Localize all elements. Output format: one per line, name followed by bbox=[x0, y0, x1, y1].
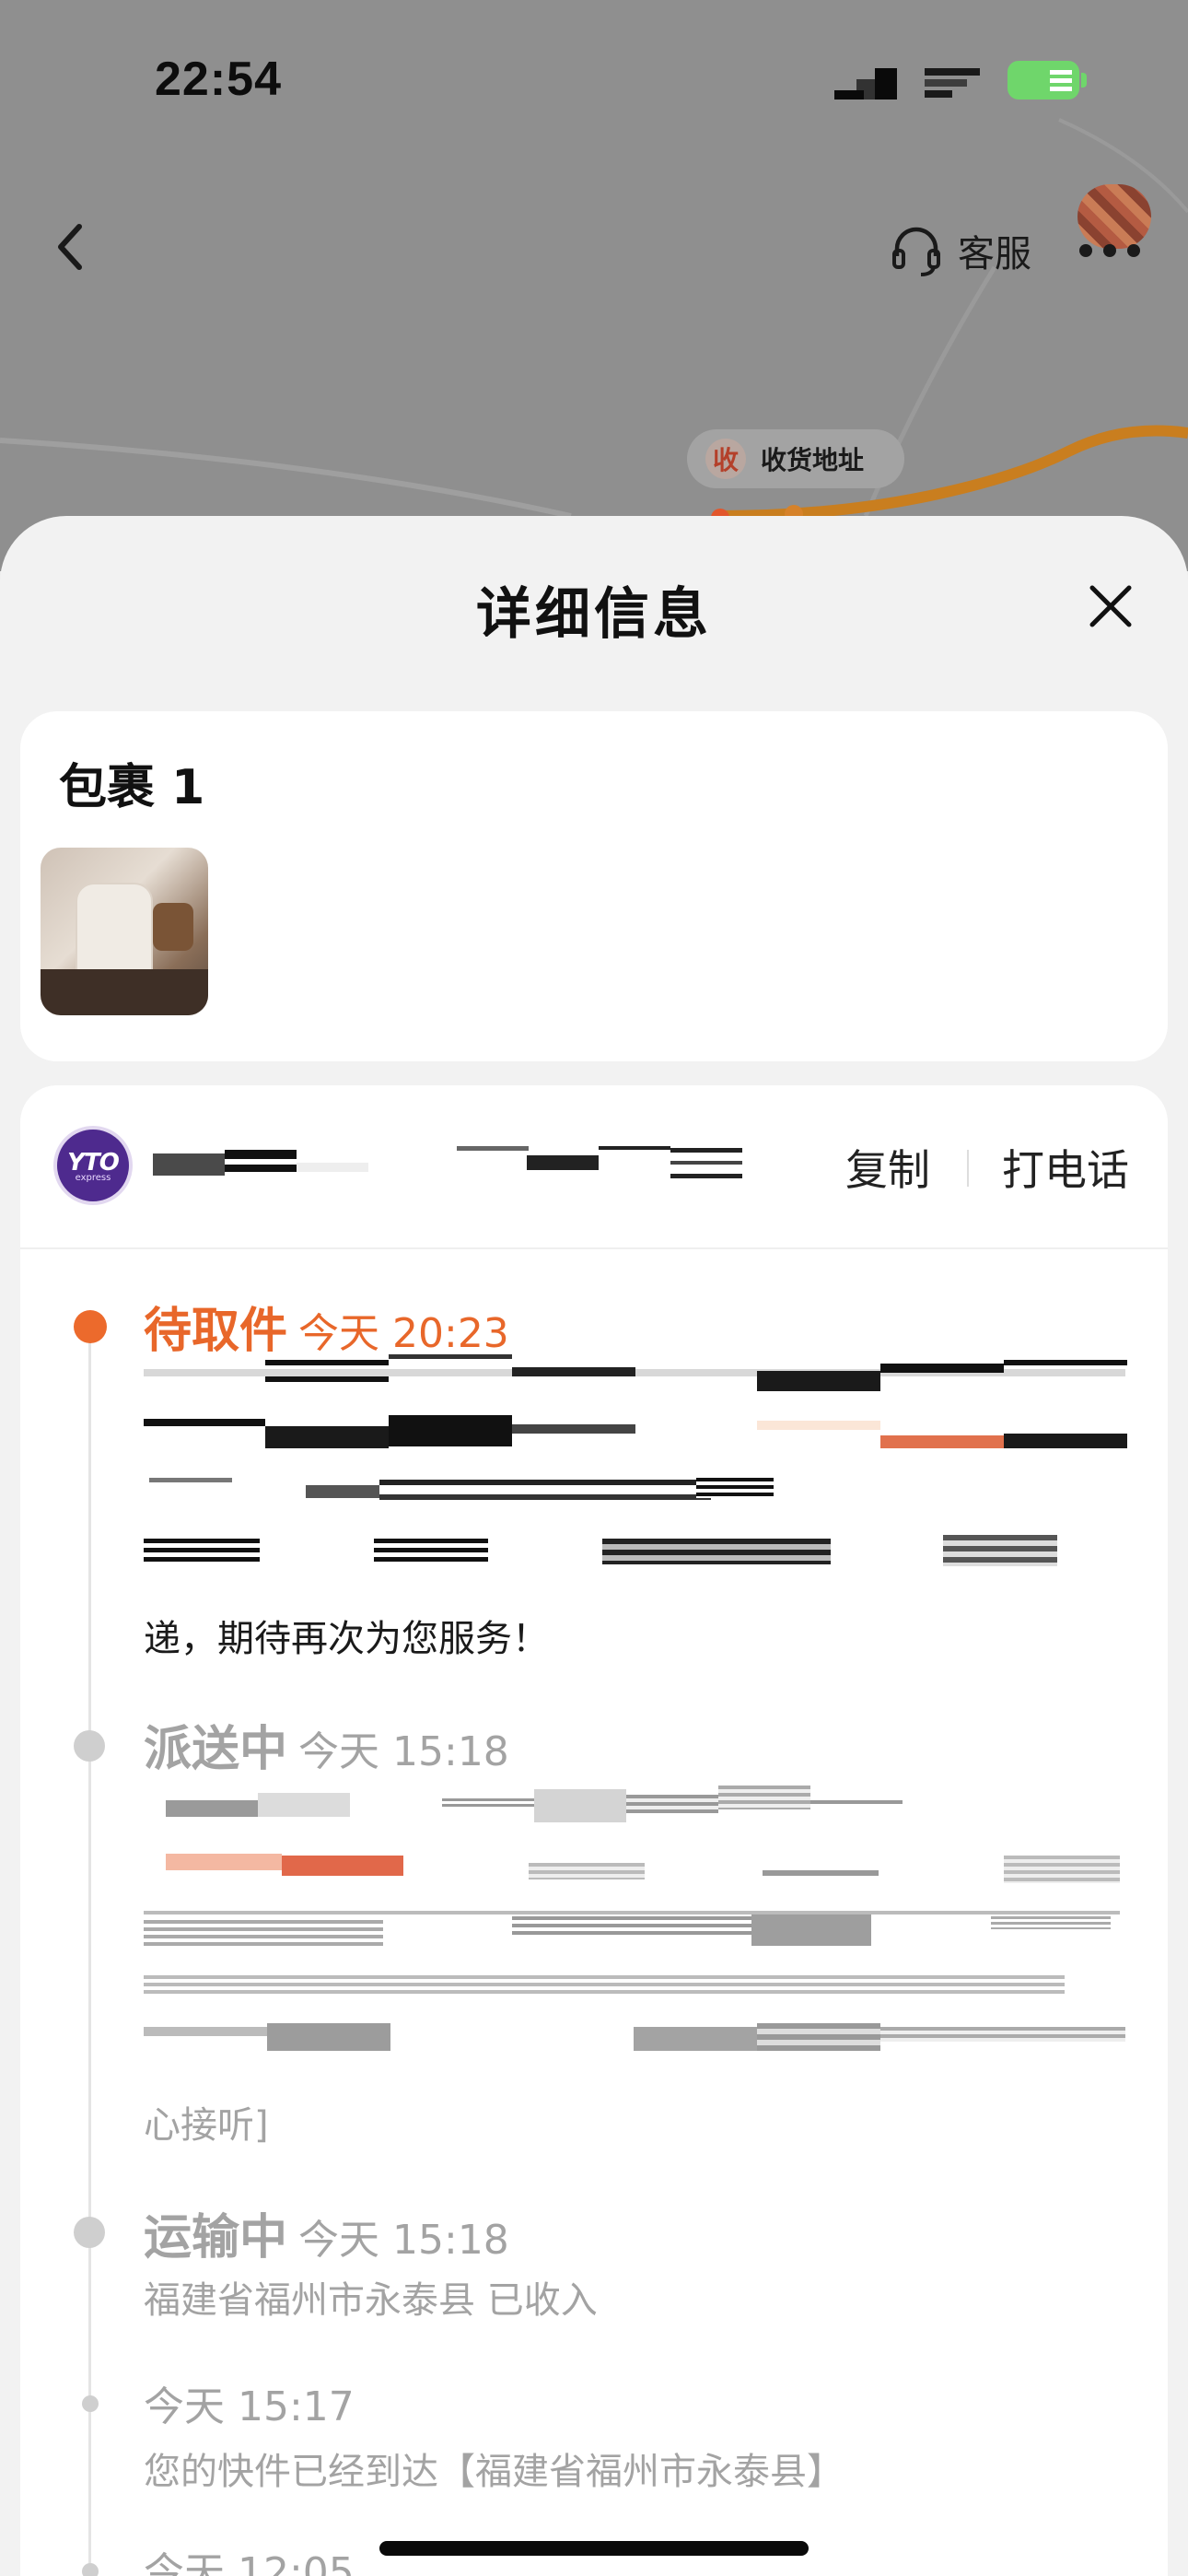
timeline-line bbox=[88, 1327, 91, 2576]
status-bar: 22:54 bbox=[0, 0, 1188, 157]
event-time: 今天 15:18 bbox=[298, 2217, 509, 2264]
package-title: 包裹 1 bbox=[59, 760, 205, 815]
address-marker-label: 收货地址 bbox=[761, 445, 865, 475]
courier-row: YTO express 复制 打电话 bbox=[20, 1085, 1168, 1249]
cellular-signal-icon bbox=[834, 66, 897, 100]
home-indicator[interactable] bbox=[379, 2541, 809, 2556]
close-button[interactable] bbox=[1083, 579, 1138, 634]
customer-service-button[interactable]: 客服 bbox=[890, 214, 1031, 287]
close-icon bbox=[1089, 585, 1132, 627]
back-button[interactable] bbox=[42, 210, 98, 284]
more-dots-icon bbox=[1079, 244, 1092, 257]
product-thumbnail[interactable] bbox=[41, 848, 208, 1015]
details-sheet: 详细信息 包裹 1 YTO express 复制 打电话 待取件 今天 20:2… bbox=[0, 516, 1188, 2576]
timeline-node bbox=[74, 2217, 105, 2248]
receive-badge: 收 bbox=[705, 439, 746, 479]
event-text: 您的快件已经到达【福建省福州市永泰县】 bbox=[144, 2451, 844, 2493]
timeline-node bbox=[82, 2563, 99, 2576]
status-time: 22:54 bbox=[155, 53, 282, 106]
event-status: 运输中 bbox=[144, 2210, 288, 2266]
address-marker[interactable]: 收 收货地址 bbox=[687, 429, 904, 488]
timeline-event-header: 待取件 今天 20:23 bbox=[144, 1292, 509, 1361]
timeline-event-header: 派送中 今天 15:18 bbox=[144, 1710, 509, 1779]
event-text: 心接听] bbox=[144, 2104, 269, 2147]
headset-icon bbox=[892, 227, 940, 276]
divider bbox=[967, 1150, 969, 1187]
event-status: 待取件 bbox=[144, 1304, 288, 1359]
timeline-event-header: 运输中 今天 15:18 bbox=[144, 2198, 509, 2267]
call-button[interactable]: 打电话 bbox=[1002, 1137, 1129, 1198]
event-detail-redacted bbox=[144, 1782, 1138, 2051]
timeline-node bbox=[74, 1730, 105, 1762]
chevron-left-icon bbox=[58, 224, 82, 270]
timeline-node bbox=[82, 2395, 99, 2412]
event-text: 福建省福州市永泰县 已收入 bbox=[144, 2279, 598, 2322]
event-text: 递，期待再次为您服务！ bbox=[144, 1618, 549, 1660]
timeline-node-active bbox=[74, 1310, 107, 1343]
copy-button[interactable]: 复制 bbox=[845, 1137, 930, 1198]
more-options-button[interactable] bbox=[1079, 240, 1144, 262]
tracking-number-redacted bbox=[153, 1146, 742, 1183]
event-detail-redacted bbox=[144, 1354, 1138, 1577]
battery-icon bbox=[1007, 61, 1087, 100]
sheet-title: 详细信息 bbox=[476, 582, 712, 647]
event-status: 派送中 bbox=[144, 1722, 288, 1777]
event-time: 今天 15:17 bbox=[144, 2383, 355, 2430]
event-time: 今天 20:23 bbox=[298, 1310, 509, 1357]
event-time: 今天 12:05 bbox=[144, 2549, 355, 2576]
courier-logo: YTO express bbox=[53, 1126, 133, 1205]
wifi-icon bbox=[925, 64, 984, 101]
event-time: 今天 15:18 bbox=[298, 1728, 509, 1775]
service-label: 客服 bbox=[958, 233, 1031, 275]
